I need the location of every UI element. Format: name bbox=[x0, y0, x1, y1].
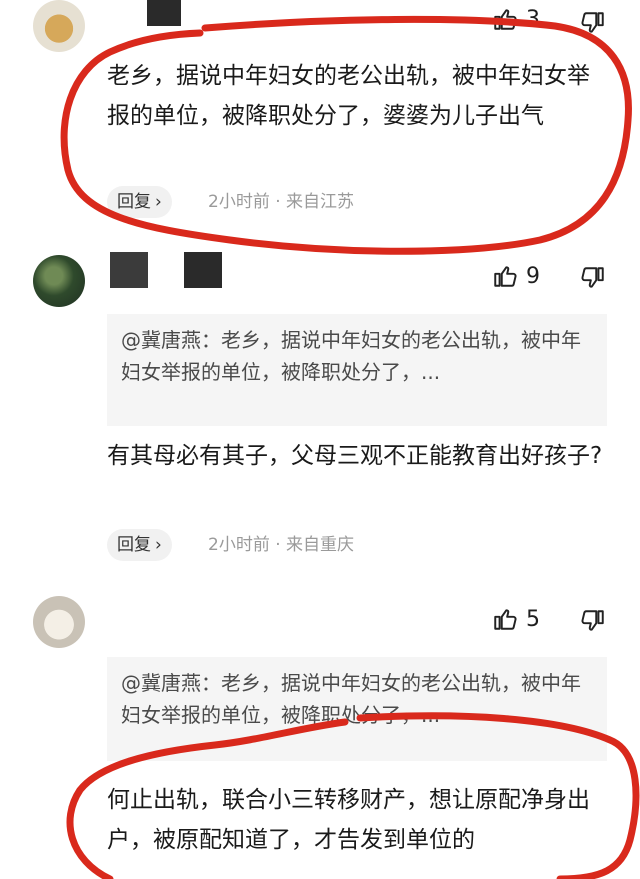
reply-label: 回复 bbox=[117, 192, 151, 212]
username-redaction bbox=[184, 252, 222, 288]
like-count: 3 bbox=[526, 6, 540, 32]
username-redaction bbox=[147, 0, 181, 26]
comment-text: 何止出轨，联合小三转移财产，想让原配净身出户，被原配知道了，才告发到单位的 bbox=[107, 787, 590, 853]
like-button[interactable]: 9 bbox=[492, 263, 540, 289]
comment-time: 2小时前 bbox=[208, 535, 270, 555]
avatar[interactable] bbox=[33, 596, 85, 648]
comment-text: 有其母必有其子，父母三观不正能教育出好孩子? bbox=[107, 443, 603, 469]
reply-label: 回复 bbox=[117, 535, 151, 555]
username-redaction bbox=[110, 252, 148, 288]
quoted-comment[interactable]: @冀唐燕：老乡，据说中年妇女的老公出轨，被中年妇女举报的单位，被降职处分了，..… bbox=[107, 657, 607, 761]
meta-separator: · bbox=[275, 192, 287, 212]
like-count: 9 bbox=[526, 263, 540, 289]
comment-meta: 2小时前 · 来自江苏 bbox=[208, 186, 354, 218]
avatar[interactable] bbox=[33, 255, 85, 307]
thumbs-down-icon[interactable] bbox=[580, 265, 606, 291]
comment-location: 来自江苏 bbox=[286, 192, 355, 212]
reply-button[interactable]: 回复 › bbox=[107, 529, 172, 561]
comment-text: 老乡，据说中年妇女的老公出轨，被中年妇女举报的单位，被降职处分了，婆婆为儿子出气 bbox=[107, 63, 590, 129]
like-count: 5 bbox=[526, 606, 540, 632]
quoted-comment[interactable]: @冀唐燕：老乡，据说中年妇女的老公出轨，被中年妇女举报的单位，被降职处分了，..… bbox=[107, 314, 607, 426]
thumbs-down-icon[interactable] bbox=[580, 608, 606, 634]
meta-separator: · bbox=[275, 535, 287, 555]
thumbs-up-icon bbox=[494, 9, 517, 30]
reply-button[interactable]: 回复 › bbox=[107, 186, 172, 218]
thumbs-down-icon[interactable] bbox=[580, 10, 606, 36]
comment-time: 2小时前 bbox=[208, 192, 270, 212]
thumbs-up-icon bbox=[494, 609, 517, 630]
avatar[interactable] bbox=[33, 0, 85, 52]
comment-location: 来自重庆 bbox=[286, 535, 355, 555]
comment-meta: 2小时前 · 来自重庆 bbox=[208, 529, 354, 561]
thumbs-up-icon bbox=[494, 266, 517, 287]
chevron-right-icon: › bbox=[155, 535, 162, 555]
like-button[interactable]: 5 bbox=[492, 606, 540, 632]
like-button[interactable]: 3 bbox=[492, 6, 540, 32]
chevron-right-icon: › bbox=[155, 192, 162, 212]
